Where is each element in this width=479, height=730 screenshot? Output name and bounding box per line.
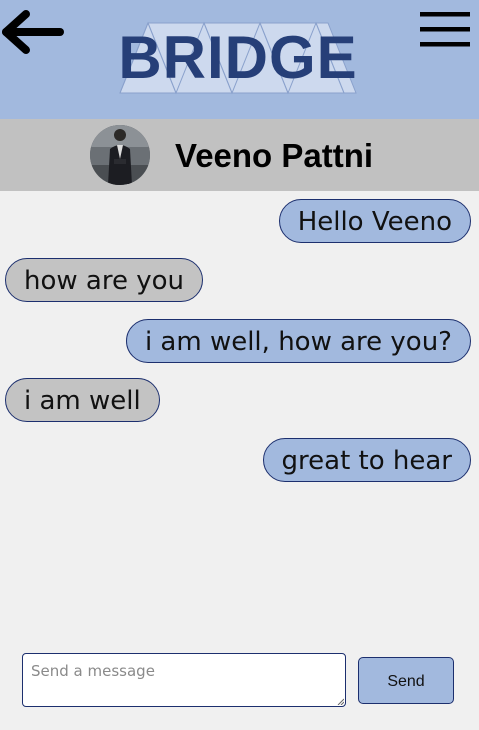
contact-name: Veeno Pattni (175, 137, 374, 174)
logo-text: BRIDGE (118, 24, 358, 91)
message-list: Hello Veeno how are you i am well, how a… (0, 191, 479, 631)
bridge-logo: BRIDGE (116, 21, 360, 95)
menu-button[interactable] (416, 8, 474, 52)
message-bubble-sent: Hello Veeno (278, 199, 471, 243)
message-bubble-received: i am well (5, 378, 160, 422)
message-bubble-received: how are you (5, 258, 203, 302)
hamburger-menu-icon (420, 12, 470, 47)
send-button[interactable]: Send (358, 657, 454, 704)
avatar-photo (90, 125, 150, 185)
app-header: BRIDGE (0, 0, 479, 119)
message-input[interactable] (22, 653, 346, 707)
back-button[interactable] (0, 10, 66, 60)
contact-bar: Veeno Pattni (0, 119, 479, 191)
message-bubble-sent: great to hear (262, 438, 471, 482)
resize-grip-icon[interactable] (337, 698, 344, 705)
message-bubble-sent: i am well, how are you? (125, 319, 471, 363)
arrow-left-icon (2, 10, 64, 54)
avatar[interactable] (90, 125, 150, 185)
